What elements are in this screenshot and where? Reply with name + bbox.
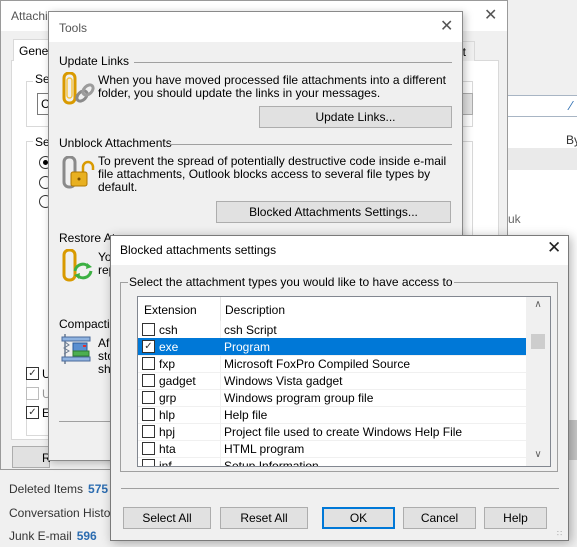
close-icon[interactable]: ✕ <box>547 238 561 258</box>
folder-deleted-items[interactable]: Deleted Items 575 <box>9 482 108 496</box>
list-row[interactable]: hpj Project file used to create Windows H… <box>138 423 526 440</box>
cell-extension: fxp <box>159 357 176 371</box>
folder-junk-email[interactable]: Junk E-mail 596 <box>9 529 97 543</box>
cell-extension: gadget <box>159 374 196 388</box>
list-row[interactable]: csh csh Script <box>138 321 526 338</box>
cancel-button[interactable]: Cancel <box>403 507 476 529</box>
cell-extension: inf <box>159 459 172 467</box>
cell-description: Windows Vista gadget <box>224 374 343 388</box>
row-checkbox[interactable] <box>142 459 155 466</box>
checkbox-option-3[interactable]: ✓ <box>26 406 39 419</box>
compress-icon <box>61 332 95 366</box>
list-row[interactable]: fxp Microsoft FoxPro Compiled Source <box>138 355 526 372</box>
cell-description: Setup Information <box>224 459 319 467</box>
attachment-types-list[interactable]: Extension Description csh csh Script ✓ exe P… <box>137 296 551 467</box>
update-links-button[interactable]: Update Links... <box>259 106 452 128</box>
row-checkbox[interactable] <box>142 357 155 370</box>
ok-button[interactable]: OK <box>322 507 395 529</box>
list-row[interactable]: grp Windows program group file <box>138 389 526 406</box>
update-links-description: When you have moved processed file attac… <box>98 73 446 100</box>
scroll-down-icon[interactable]: ∨ <box>526 449 550 466</box>
section-title-compacting: Compactin <box>59 317 117 331</box>
message-snippet: uk <box>508 212 521 226</box>
paperclip-unlock-icon <box>61 155 95 190</box>
reset-all-button[interactable]: Reset All <box>220 507 308 529</box>
cell-description: Microsoft FoxPro Compiled Source <box>224 357 411 371</box>
row-checkbox[interactable] <box>142 442 155 455</box>
divider <box>121 488 559 489</box>
cell-description: Project file used to create Windows Help… <box>224 425 463 439</box>
compacting-description-line3: sh <box>98 362 111 376</box>
cell-extension: grp <box>159 391 177 405</box>
dialog-title: Blocked attachments settings <box>120 243 277 257</box>
cell-extension: hpj <box>159 425 176 439</box>
paperclip-link-icon <box>61 71 95 106</box>
resize-grip-icon[interactable]: ∷ <box>557 529 567 539</box>
cell-extension: exe <box>159 340 179 354</box>
section-title-unblock: Unblock Attachments <box>59 136 172 150</box>
window-title: Attachi <box>11 9 48 23</box>
scrollbar-thumb[interactable] <box>531 334 545 349</box>
select-all-button[interactable]: Select All <box>123 507 211 529</box>
cell-description: csh Script <box>224 323 277 337</box>
list-row[interactable]: hta HTML program <box>138 440 526 457</box>
column-header-description[interactable]: Description <box>225 303 285 317</box>
divider <box>169 144 452 145</box>
list-row[interactable]: hlp Help file <box>138 406 526 423</box>
unread-count: 596 <box>76 529 97 543</box>
row-checkbox[interactable] <box>142 323 155 336</box>
section-title-restore: Restore At <box>59 231 116 245</box>
row-checkbox[interactable] <box>142 391 155 404</box>
row-checkbox[interactable] <box>142 425 155 438</box>
folder-conversation-history[interactable]: Conversation Histo <box>9 506 110 520</box>
list-row[interactable]: gadget Windows Vista gadget <box>138 372 526 389</box>
group-label: Select the attachment types you would li… <box>128 275 454 289</box>
cell-extension: csh <box>159 323 178 337</box>
cell-extension: hta <box>159 442 176 456</box>
help-button[interactable]: Help <box>484 507 547 529</box>
cell-description: Windows program group file <box>224 391 374 405</box>
blocked-attachments-settings-button[interactable]: Blocked Attachments Settings... <box>216 201 451 223</box>
unread-count: 575 <box>88 482 109 496</box>
row-checkbox[interactable] <box>142 408 155 421</box>
unblock-description: To prevent the spread of potentially des… <box>98 154 447 194</box>
scroll-up-icon[interactable]: ∧ <box>526 299 550 316</box>
dialog-title: Tools <box>59 21 88 35</box>
checkbox-option-1[interactable]: ✓ <box>26 367 39 380</box>
list-header-band <box>500 148 577 170</box>
list-row[interactable]: inf Setup Information <box>138 457 526 467</box>
vertical-scrollbar[interactable]: ∧ ∨ <box>526 297 550 466</box>
sort-by-label: By <box>566 133 577 147</box>
paperclip-restore-icon <box>61 248 95 283</box>
search-box[interactable]: ∕ <box>500 95 577 117</box>
reset-button[interactable]: R <box>12 446 51 468</box>
cell-description: Program <box>224 340 271 354</box>
row-checkbox[interactable]: ✓ <box>142 340 155 353</box>
cell-extension: hlp <box>159 408 176 422</box>
list-header: Extension Description <box>138 297 526 321</box>
checkbox-option-2[interactable] <box>26 387 39 400</box>
cell-description: HTML program <box>224 442 305 456</box>
title-bar <box>49 12 462 42</box>
divider <box>134 62 452 63</box>
row-checkbox[interactable] <box>142 374 155 387</box>
search-icon[interactable]: ∕ <box>570 98 572 113</box>
column-separator[interactable] <box>220 297 221 321</box>
close-icon[interactable]: ✕ <box>484 5 497 25</box>
cell-description: Help file <box>224 408 268 422</box>
close-icon[interactable]: ✕ <box>440 16 453 36</box>
list-row[interactable]: ✓ exe Program <box>138 338 526 355</box>
section-title-update-links: Update Links <box>59 54 130 68</box>
compacting-description-line1: Af <box>98 336 110 350</box>
blocked-attachments-dialog: Blocked attachments settings ✕ Select th… <box>110 235 569 541</box>
column-header-extension[interactable]: Extension <box>144 303 197 317</box>
